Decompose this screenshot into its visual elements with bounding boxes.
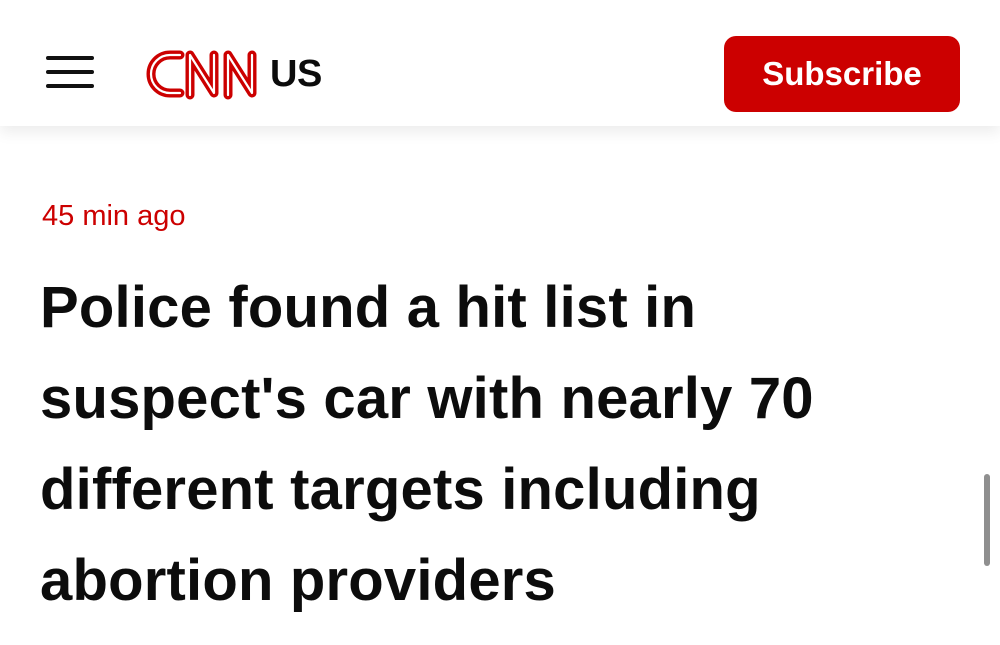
scrollbar-thumb[interactable] (984, 474, 990, 566)
article-timestamp: 45 min ago (42, 200, 186, 232)
cnn-logo[interactable] (140, 43, 264, 105)
subscribe-button[interactable]: Subscribe (724, 36, 960, 112)
cnn-logo-mark (146, 50, 257, 100)
article-headline[interactable]: Police found a hit list in suspect's car… (40, 262, 920, 626)
edition-label[interactable]: US (270, 52, 322, 96)
hamburger-menu-icon[interactable] (46, 52, 94, 92)
page: US Subscribe 45 min ago Police found a h… (0, 0, 1000, 645)
site-header: US Subscribe (0, 0, 1000, 126)
